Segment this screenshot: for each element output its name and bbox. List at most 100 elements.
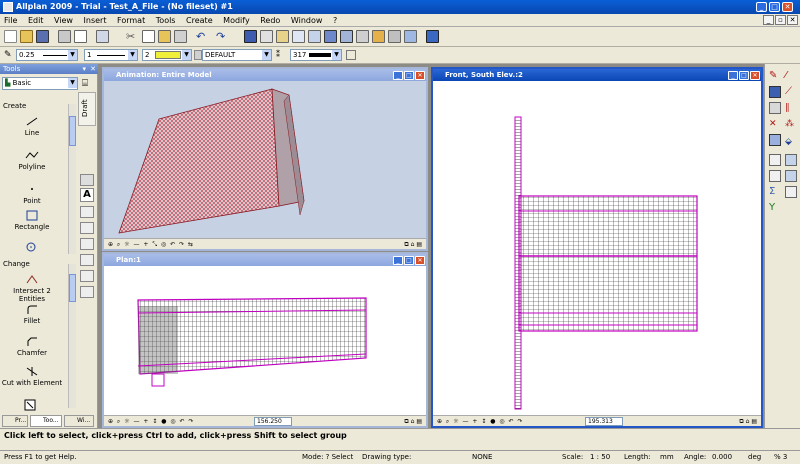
drawing-type-value[interactable]: NONE [472,451,492,464]
mode-indicator[interactable]: Mode: ? Select [302,451,353,464]
snap-tool-icon-5[interactable] [769,102,781,114]
clipboard-icon[interactable] [174,30,187,43]
calculator-icon[interactable] [356,30,369,43]
pen-thickness-combo[interactable]: 0.25 ▼ [16,49,78,61]
plan-window[interactable]: Plan:1 _ □ ✕ ⊕ ⌕ ☼ — + ↕ ● ◎ ↶ ↷ 156.250 ⧉… [102,252,428,428]
plan-maximize-button[interactable]: □ [404,256,414,265]
open-folder-icon[interactable] [20,30,33,43]
plan-window-icons[interactable]: ⧉ ⌂ ▤ [404,416,422,427]
image-icon[interactable] [324,30,337,43]
layout-icon[interactable] [96,30,109,43]
filter-icon[interactable]: Y [769,202,781,214]
side-tool-icon-5[interactable] [80,254,94,266]
tool-fillet[interactable]: Fillet [0,304,64,325]
side-tool-icon-6[interactable] [80,270,94,282]
snap-tool-icon-3[interactable] [769,86,781,98]
pattern-icon[interactable]: ⁑ [276,50,286,60]
undo-icon[interactable]: ↶ [196,30,209,43]
animation-view-icons[interactable]: ⊕ ⌕ ☼ — + ⤡ ◎ ↶ ↷ ⇆ [108,241,194,248]
side-tool-icon-4[interactable] [80,238,94,250]
front-window-icons[interactable]: ⧉ ⌂ ▤ [739,416,757,427]
edit-tool-icon-2[interactable] [785,154,797,166]
change-scrollbar[interactable] [68,264,76,408]
menu-tools[interactable]: Tools [152,14,180,27]
menu-view[interactable]: View [50,14,77,27]
menu-modify[interactable]: Modify [219,14,254,27]
tool-line[interactable]: Line [0,116,64,137]
new-file-icon[interactable] [4,30,17,43]
tools-icon[interactable] [388,30,401,43]
maximize-button[interactable]: □ [769,2,780,12]
color-swatch-icon[interactable] [194,50,202,60]
plan-minimize-button[interactable]: _ [393,256,403,265]
text-tool-icon[interactable]: A [80,188,94,202]
front-view-icons[interactable]: ⊕ ⌕ ☼ — + ↕ ● ◎ ↶ ↷ [437,418,524,425]
tool-chamfer[interactable]: Chamfer [0,336,64,357]
doc-close-button[interactable]: ✕ [787,15,798,25]
format-icon[interactable] [276,30,289,43]
snap-tool-icon-7[interactable]: ✕ [769,118,781,130]
redo-icon[interactable]: ↷ [216,30,229,43]
palette-tab-tools[interactable]: Too... [30,415,62,427]
plan-close-button[interactable]: ✕ [415,256,425,265]
screen-icon[interactable] [340,30,353,43]
tool-point[interactable]: Point [0,184,64,205]
minimize-button[interactable]: _ [756,2,767,12]
menu-create[interactable]: Create [182,14,217,27]
layer-combo[interactable]: DEFAULT ▼ [202,49,272,61]
front-scale-field[interactable]: 195.313 [585,417,623,426]
family-combo[interactable]: ▙ Basic ▼ [2,77,78,90]
plan-viewport[interactable] [104,266,426,415]
circle-icon[interactable] [24,242,38,253]
snap-tool-icon-2[interactable]: ⁄ [785,70,797,82]
line-pattern-combo[interactable]: 317 ▼ [290,49,342,61]
snap-tool-icon-4[interactable]: ⟋ [785,86,797,98]
close-button[interactable]: ✕ [782,2,793,12]
snap-tool-icon-1[interactable]: ✎ [769,70,781,82]
draft-tab[interactable]: Draft [78,92,96,126]
plan-scale-field[interactable]: 156.250 [254,417,292,426]
menu-window[interactable]: Window [287,14,327,27]
tool-polyline[interactable]: Polyline [0,150,64,171]
side-tool-icon-7[interactable] [80,286,94,298]
help-pointer-icon[interactable] [426,30,439,43]
animation-window-icons[interactable]: ⧉ ⌂ ▤ [404,239,422,250]
animation-maximize-button[interactable]: □ [404,71,414,80]
menu-help[interactable]: ? [329,14,341,27]
doc-restore-button[interactable]: ▫ [775,15,786,25]
menu-redo[interactable]: Redo [256,14,284,27]
library-icon[interactable] [372,30,385,43]
palette-close-icon[interactable]: ✕ [90,64,96,74]
menu-file[interactable]: File [0,14,21,27]
palette-pin-icon[interactable]: ▾ [82,64,86,74]
front-elevation-window[interactable]: Front, South Elev.:2 _ □ ✕ ⊕ ⌕ ☼ — + ↕ ●… [431,67,763,428]
palette-tab-wizards[interactable]: Wi... [64,415,94,427]
menu-format[interactable]: Format [113,14,149,27]
doc-minimize-button[interactable]: _ [763,15,774,25]
copy-icon[interactable] [142,30,155,43]
print-icon[interactable] [58,30,71,43]
edit-tool-icon-5[interactable]: Σ [769,186,781,198]
paste-icon[interactable] [158,30,171,43]
length-unit[interactable]: mm [660,451,674,464]
scale-value[interactable]: 1 : 50 [590,451,610,464]
angle-unit[interactable]: deg [748,451,761,464]
angle-value[interactable]: 0.000 [712,451,732,464]
front-close-button[interactable]: ✕ [750,71,760,80]
menu-edit[interactable]: Edit [24,14,48,27]
tool-intersect[interactable]: Intersect 2 Entities [0,274,64,303]
save-icon[interactable] [36,30,49,43]
front-maximize-button[interactable]: □ [739,71,749,80]
line-type-combo[interactable]: 1 ▼ [84,49,138,61]
palette-tab-properties[interactable]: Pr... [2,415,28,427]
cube-icon[interactable] [404,30,417,43]
edit-tool-icon-1[interactable] [769,154,781,166]
binoculars-icon[interactable]: ⌸ [82,78,88,89]
tool-rectangle[interactable]: Rectangle [0,210,64,231]
edit-tool-icon-6[interactable] [785,186,797,198]
snap-tool-icon-10[interactable]: ⬙ [785,136,797,148]
animation-viewport[interactable] [104,81,426,238]
snap-tool-icon-6[interactable]: ∥ [785,102,797,114]
side-tool-icon-3[interactable] [80,222,94,234]
format-extra-icon[interactable] [346,50,356,60]
